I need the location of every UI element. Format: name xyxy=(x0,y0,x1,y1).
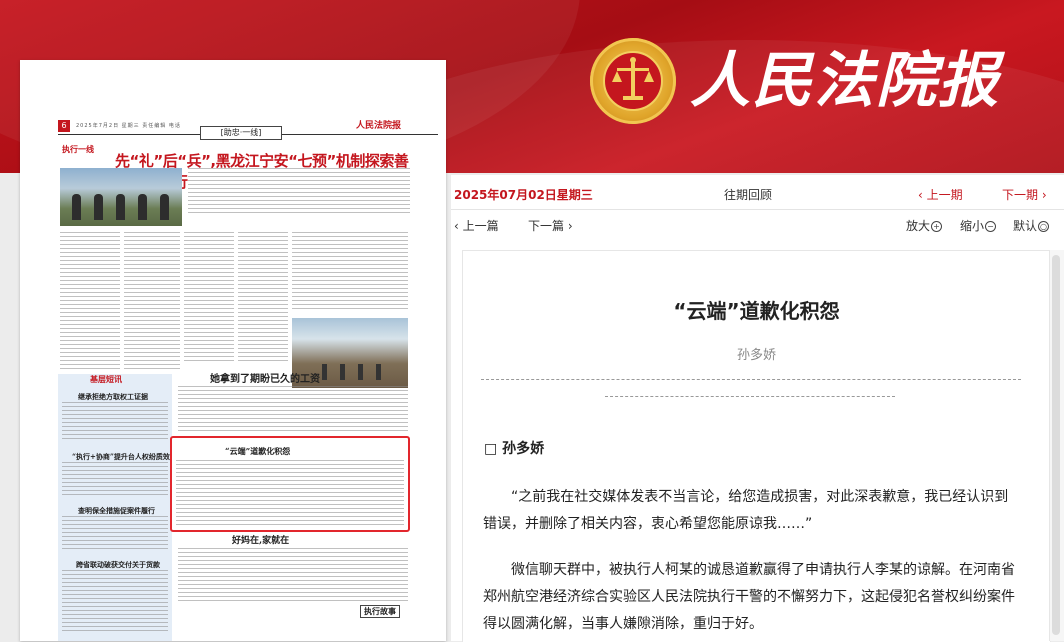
page-number: 6 xyxy=(58,120,70,132)
article-text-block xyxy=(62,570,168,634)
article-text-block xyxy=(188,168,410,214)
selected-article-highlight[interactable] xyxy=(170,436,410,532)
page-header-text: 2025年7月2日 星期三 责任编辑 电话 xyxy=(76,123,181,129)
reset-circle-icon: ○ xyxy=(1038,221,1050,232)
zoom-out-label: 缩小 xyxy=(960,219,985,233)
page-brand: 人民法院报 xyxy=(356,121,402,131)
newspaper-page-image[interactable]: 6 2025年7月2日 星期三 责任编辑 电话 人民法院报 [助忠·一线] 执行… xyxy=(20,60,446,641)
news-photo[interactable] xyxy=(60,168,182,226)
scrollbar-thumb[interactable] xyxy=(1052,255,1060,635)
divider xyxy=(481,379,1021,380)
zoom-out-button[interactable]: 缩小 − xyxy=(960,217,997,234)
article-text-block xyxy=(238,232,288,362)
article-text-block xyxy=(62,462,168,498)
headline-family[interactable]: 好妈在,家就在 xyxy=(232,533,289,546)
page-section-label: [助忠·一线] xyxy=(200,126,282,140)
plus-circle-icon: + xyxy=(931,221,943,232)
next-issue-link[interactable]: 下一期 › xyxy=(1002,186,1047,203)
zoom-reset-button[interactable]: 默认 ○ xyxy=(1013,217,1050,234)
issue-bar: 2025年07月02日星期三 往期回顾 ‹ 上一期 下一期 › xyxy=(451,175,1064,209)
court-emblem-icon xyxy=(590,38,676,124)
article-panel: 2025年07月02日星期三 往期回顾 ‹ 上一期 下一期 › ‹ 上一篇 下一… xyxy=(451,175,1064,642)
sidebar-title: 基层短讯 xyxy=(90,375,122,384)
minus-circle-icon: − xyxy=(985,221,997,232)
issue-date: 2025年07月02日星期三 xyxy=(454,188,593,202)
zoom-in-label: 放大 xyxy=(906,219,931,233)
article-content: “云端”道歉化积怨 孙多娇 □ 孙多娇 “之前我在社交媒体发表不当言论，给您造成… xyxy=(462,250,1051,642)
prev-issue-link[interactable]: ‹ 上一期 xyxy=(918,186,963,203)
article-toolbar: ‹ 上一篇 下一篇 › 放大 + 缩小 − 默认 ○ xyxy=(451,209,1064,240)
article-text-block xyxy=(184,232,234,362)
short-news-head[interactable]: 继承拒绝方取权工证据 xyxy=(78,392,148,402)
back-issue-link[interactable]: 往期回顾 xyxy=(724,186,772,203)
story-tag: 执行故事 xyxy=(360,605,400,618)
column-tag: 执行一线 xyxy=(62,145,94,154)
article-byline: □ 孙多娇 xyxy=(484,441,545,457)
article-text-block xyxy=(124,232,180,372)
prev-article-link[interactable]: ‹ 上一篇 xyxy=(454,217,499,234)
article-title: “云端”道歉化积怨 xyxy=(673,299,840,323)
article-text-block xyxy=(62,402,168,442)
zoom-in-button[interactable]: 放大 + xyxy=(906,217,943,234)
article-text-block xyxy=(292,232,408,312)
article-text-block xyxy=(60,232,120,372)
article-paragraph: 微信聊天群中，被执行人柯某的诚恳道歉赢得了申请执行人李某的谅解。在河南省郑州航空… xyxy=(483,562,1015,632)
masthead-title: 人民法院报 xyxy=(690,46,1000,116)
article-paragraph: “之前我在社交媒体发表不当言论，给您造成损害，对此深表歉意，我已经认识到错误，并… xyxy=(483,489,1009,532)
article-text-block xyxy=(178,548,408,604)
article-text-block xyxy=(62,516,168,550)
short-news-head[interactable]: “执行+协商”提升台人权纷质效 xyxy=(72,452,170,462)
article-text-block xyxy=(178,386,408,432)
short-news-head[interactable]: 查明保全措施促案件履行 xyxy=(78,506,155,516)
headline-wage[interactable]: 她拿到了期盼已久的工资 xyxy=(210,370,320,385)
zoom-reset-label: 默认 xyxy=(1013,219,1038,233)
next-article-link[interactable]: 下一篇 › xyxy=(528,217,573,234)
article-author: 孙多娇 xyxy=(736,348,776,363)
short-news-head[interactable]: 跨省联动破获交付关于货款 xyxy=(76,560,160,570)
divider xyxy=(605,396,895,397)
